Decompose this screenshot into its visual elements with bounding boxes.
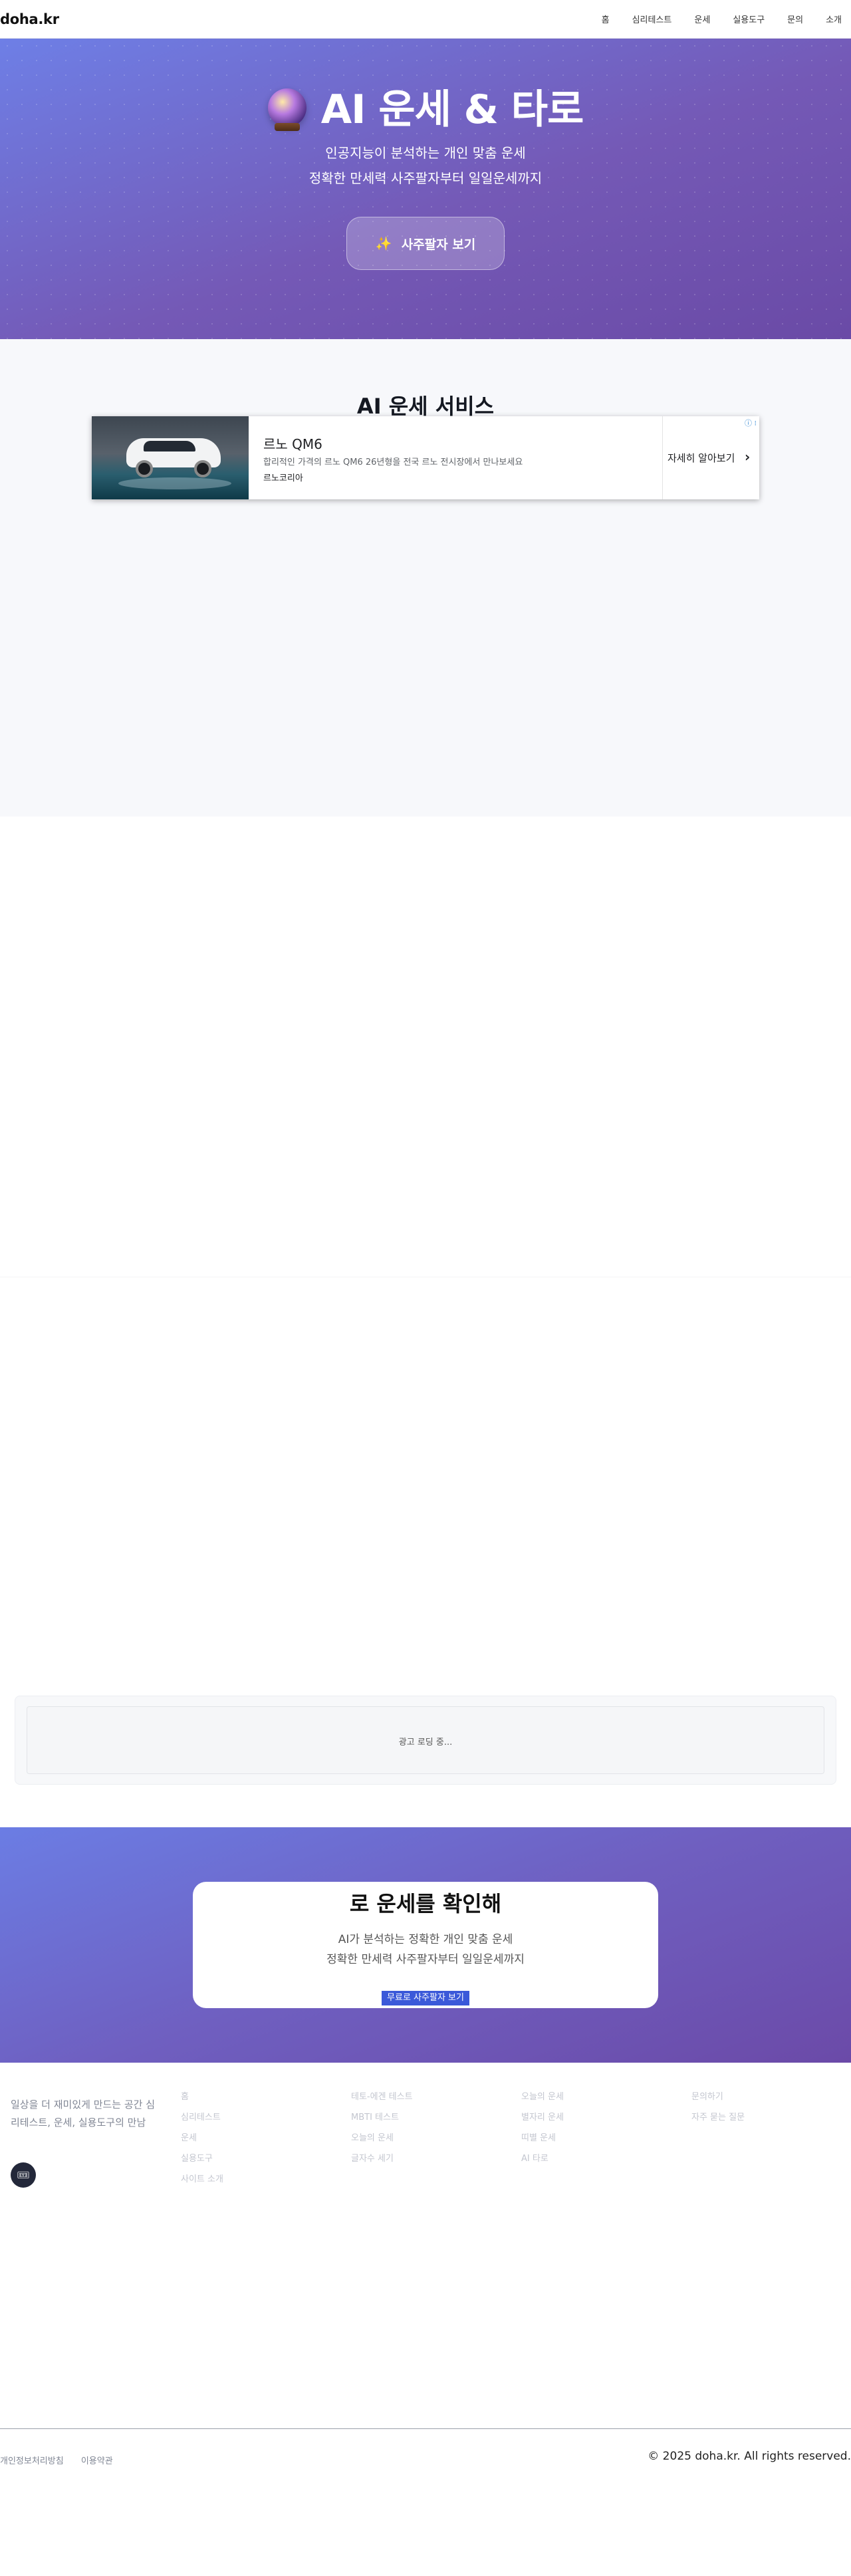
footer-col-main: 홈 심리테스트 운세 실용도구 사이트 소개 [181,2087,223,2190]
privacy-policy-link[interactable]: 개인정보처리방침 [0,2456,64,2466]
nav-item-tools[interactable]: 실용도구 [733,13,765,25]
hero-title-text: AI 운세 & 타로 [320,86,584,133]
footer-description: 일상을 더 재미있게 만드는 공간 심리테스트, 운세, 실용도구의 만남 [11,2099,156,2128]
nav-item-psych-test[interactable]: 심리테스트 [632,13,672,25]
footer [0,2063,851,2576]
car-wheel-rear [136,460,153,477]
nav-item-fortune[interactable]: 운세 [694,13,710,25]
nav-item-contact[interactable]: 문의 [787,13,803,25]
hero-title: AI 운세 & 타로 [0,77,851,135]
footer-link-char-count[interactable]: 글자수 세기 [351,2148,413,2169]
crystal-ball-icon [267,88,306,131]
loading-ad-text: 광고 로딩 중... [398,1738,453,1747]
footer-legal: 개인정보처리방침 이용약관 [0,2454,128,2466]
cta-title: 로 운세를 확인해 [349,1891,502,1916]
footer-link-animal-sign[interactable]: 띠별 운세 [521,2128,564,2148]
cta-line1: AI가 분석하는 정확한 개인 맞춤 운세 [338,1933,513,1946]
chevron-right-icon[interactable]: › [745,449,750,465]
car-window [144,441,195,451]
footer-link-today-fortune[interactable]: 오늘의 운세 [351,2128,413,2148]
sparkles-icon: ✨ [375,235,392,251]
ad-banner[interactable]: 르노 QM6 합리적인 가격의 르노 QM6 26년형을 전국 르노 전시장에서… [92,416,759,499]
content-placeholder [0,817,851,1827]
footer-link-about[interactable]: 사이트 소개 [181,2169,223,2190]
nav-menu: 홈 심리테스트 운세 실용도구 문의 소개 [579,13,842,25]
footer-link-zodiac[interactable]: 별자리 운세 [521,2107,564,2128]
site-logo[interactable]: doha.kr [0,11,59,27]
footer-link-ai-tarot[interactable]: AI 타로 [521,2148,564,2169]
footer-link-psych-test[interactable]: 심리테스트 [181,2107,223,2128]
ad-info-icon[interactable]: ⓘ ⁝ [745,418,757,428]
footer-link-home[interactable]: 홈 [181,2087,223,2107]
ad-description: 합리적인 가격의 르노 QM6 26년형을 전국 르노 전시장에서 만나보세요 [263,457,523,467]
car-wheel-front [194,460,211,477]
ad-title[interactable]: 르노 QM6 [263,434,322,453]
ad-advertiser: 르노코리아 [263,473,303,483]
terms-link[interactable]: 이용약관 [81,2456,113,2466]
nav-item-about[interactable]: 소개 [826,13,842,25]
ad-cta-button[interactable]: 자세히 알아보기 [668,451,735,465]
top-navbar: doha.kr 홈 심리테스트 운세 실용도구 문의 소개 [0,0,851,39]
footer-link-faq[interactable]: 자주 묻는 질문 [691,2107,745,2128]
footer-link-teto-egen[interactable]: 테토-에겐 테스트 [351,2087,413,2107]
ticket-icon[interactable]: 🎟 [11,2162,36,2188]
saju-button-label: 사주팔자 보기 [401,237,476,252]
cta-line2: 정확한 만세력 사주팔자부터 일일운세까지 [326,1953,525,1966]
footer-col-tests: 테토-에겐 테스트 MBTI 테스트 오늘의 운세 글자수 세기 [351,2087,413,2169]
services-section: AI 운세 서비스 [0,339,851,817]
footer-link-daily-fortune[interactable]: 오늘의 운세 [521,2087,564,2107]
ad-divider [662,416,663,499]
saju-button[interactable]: ✨ 사주팔자 보기 [346,217,505,270]
nav-item-home[interactable]: 홈 [602,13,610,25]
car-reflection [118,477,231,489]
footer-link-mbti[interactable]: MBTI 테스트 [351,2107,413,2128]
hero-subtitle-line1: 인공지능이 분석하는 개인 맞춤 운세 [325,145,526,161]
footer-link-tools[interactable]: 실용도구 [181,2148,223,2169]
hero-section: AI 운세 & 타로 인공지능이 분석하는 개인 맞춤 운세 정확한 만세력 사… [0,39,851,339]
ad-car-image[interactable] [92,416,249,499]
footer-divider [0,2428,851,2429]
copyright: © 2025 doha.kr. All rights reserved. [648,2450,851,2463]
free-saju-button[interactable]: 무료로 사주팔자 보기 [382,1991,469,2005]
footer-col-fortune: 오늘의 운세 별자리 운세 띠별 운세 AI 타로 [521,2087,564,2169]
footer-link-fortune[interactable]: 운세 [181,2128,223,2148]
footer-link-contact[interactable]: 문의하기 [691,2087,745,2107]
hero-subtitle-line2: 정확한 만세력 사주팔자부터 일일운세까지 [308,170,543,186]
footer-col-support: 문의하기 자주 묻는 질문 [691,2087,745,2128]
